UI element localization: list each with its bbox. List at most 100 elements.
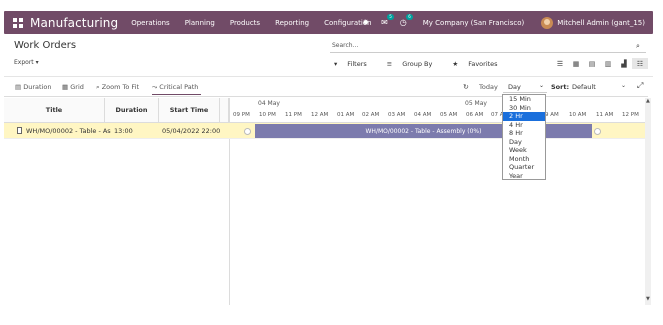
main-menu: Operations Planning Products Reporting C… [131,19,386,27]
activity-badge: 6 [406,14,413,20]
scale-option-8hr[interactable]: 8 Hr [503,129,545,138]
scale-option-month[interactable]: Month [503,155,545,164]
menu-operations[interactable]: Operations [131,19,169,27]
menu-reporting[interactable]: Reporting [275,19,309,27]
navbar-systray: ✹ ✉ 5 ◷ 6 My Company (San Francisco) Mitch… [362,11,645,34]
hour-header: 05 AM [440,112,458,118]
chat-badge: 5 [387,14,394,20]
hour-header: 12 AM [311,112,329,118]
scale-option-week[interactable]: Week [503,146,545,155]
duration-label: Duration [23,83,52,91]
row-title[interactable]: WH/MO/00002 - Table - Assembly [26,127,111,135]
chevron-down-icon[interactable]: ⌄ [621,82,626,89]
scale-option-2hr[interactable]: 2 Hr [503,112,545,121]
group-by-icon: ≡ [386,60,393,68]
filters-label: Filters [347,60,367,68]
calendar-view-icon[interactable]: ▤ [584,58,600,69]
scroll-down-arrow-icon[interactable]: ▼ [646,296,650,302]
hour-header: 12 PM [622,112,639,118]
today-button[interactable]: Today [479,83,498,91]
column-header-title[interactable]: Title [4,98,105,122]
activity-clock-icon[interactable]: ◷ 6 [400,14,413,27]
app-menu-icon[interactable] [13,17,23,28]
filters-button[interactable]: ▾ Filters [334,60,377,68]
hour-header: 10 AM [569,112,587,118]
hour-header: 02 AM [362,112,380,118]
row-duration: 13:00 [114,127,133,135]
graph-view-icon[interactable]: ▟ [616,58,632,69]
vertical-scrollbar[interactable] [645,98,651,305]
pivot-view-icon[interactable]: ▥ [600,58,616,69]
chat-icon[interactable]: ✉ 5 [381,14,394,27]
duration-icon: ▤ [15,83,22,91]
task-bar-label: WH/MO/00002 - Table - Assembly (0%) [365,127,482,135]
column-header-duration[interactable]: Duration [105,98,159,122]
hour-header: 03 AM [388,112,406,118]
top-navbar: Manufacturing Operations Planning Produc… [4,11,653,34]
refresh-icon[interactable]: ↻ [463,83,469,91]
filter-icon: ▾ [334,60,338,68]
hour-header: 09 PM [233,112,250,118]
group-by-button[interactable]: ≡ Group By [387,60,443,68]
search-icon[interactable]: ⌕ [636,42,640,51]
date-header: 05 May [465,100,487,107]
scale-option-4hr[interactable]: 4 Hr [503,121,545,130]
scale-option-year[interactable]: Year [503,172,545,181]
kanban-view-icon[interactable]: ▦ [568,58,584,69]
bug-icon[interactable]: ✹ [362,18,369,27]
avatar[interactable] [541,16,554,29]
dependency-connector-right[interactable] [594,128,601,135]
duration-button[interactable]: ▤ Duration [15,83,51,91]
zoom-icon: ⌕ [96,83,100,91]
row-start-time: 05/04/2022 22:00:00 [162,127,221,135]
sort-select[interactable]: Default [572,83,596,91]
favorites-button[interactable]: ★ Favorites [452,60,507,68]
grid-button[interactable]: ▦ Grid [62,83,84,91]
hour-header: 11 PM [285,112,302,118]
zoom-to-fit-button[interactable]: ⌕ Zoom To Fit [96,83,139,92]
scale-option-15min[interactable]: 15 Min [503,95,545,104]
menu-planning[interactable]: Planning [185,19,215,27]
scale-option-quarter[interactable]: Quarter [503,163,545,172]
view-switcher: ☰ ▦ ▤ ▥ ▟ ☷ [552,58,648,69]
dependency-connector-left[interactable] [244,128,251,135]
grid-icon: ▦ [62,83,69,91]
export-label: Export [14,59,34,66]
hour-header: 11 AM [596,112,614,118]
hour-header: 01 AM [337,112,355,118]
caret-down-icon: ▾ [35,59,39,66]
star-icon: ★ [452,60,459,68]
gantt-view-icon[interactable]: ☷ [632,58,648,69]
search-input[interactable]: Search... [330,40,646,53]
zoom-label: Zoom To Fit [101,83,140,91]
scale-select[interactable]: Day ⌄ [503,80,547,93]
sort-label: Sort: [551,83,570,91]
scale-dropdown: 15 Min 30 Min 2 Hr 4 Hr 8 Hr Day Week Mo… [502,94,546,180]
critical-path-button[interactable]: ⤳ Critical Path [152,83,198,92]
list-view-icon[interactable]: ☰ [552,58,568,69]
page-title: Work Orders [14,40,77,51]
expand-icon[interactable]: ⤢ [637,81,643,91]
scale-option-30min[interactable]: 30 Min [503,104,545,113]
company-switcher[interactable]: My Company (San Francisco) [423,19,524,27]
critical-path-underline [152,94,201,95]
hour-header: 04 AM [414,112,432,118]
hour-header: 9 AM [545,112,559,118]
hour-header: 10 PM [259,112,276,118]
date-header: 04 May [258,100,280,107]
column-header-start[interactable]: Start Time [159,98,220,122]
critical-path-label: Critical Path [159,83,199,91]
critical-path-icon: ⤳ [152,83,158,91]
app-name[interactable]: Manufacturing [30,16,118,30]
chevron-down-icon: ⌄ [538,82,544,89]
scale-option-day[interactable]: Day [503,138,545,147]
export-button[interactable]: Export ▾ [14,59,39,66]
favorites-label: Favorites [468,60,498,68]
menu-products[interactable]: Products [230,19,260,27]
user-menu[interactable]: Mitchell Admin (gant_15) [557,19,645,27]
scroll-up-arrow-icon[interactable]: ▲ [646,98,650,104]
column-resize-handle[interactable] [220,98,229,122]
grid-label: Grid [70,83,84,91]
scale-value: Day [508,83,521,91]
divider [4,76,653,77]
